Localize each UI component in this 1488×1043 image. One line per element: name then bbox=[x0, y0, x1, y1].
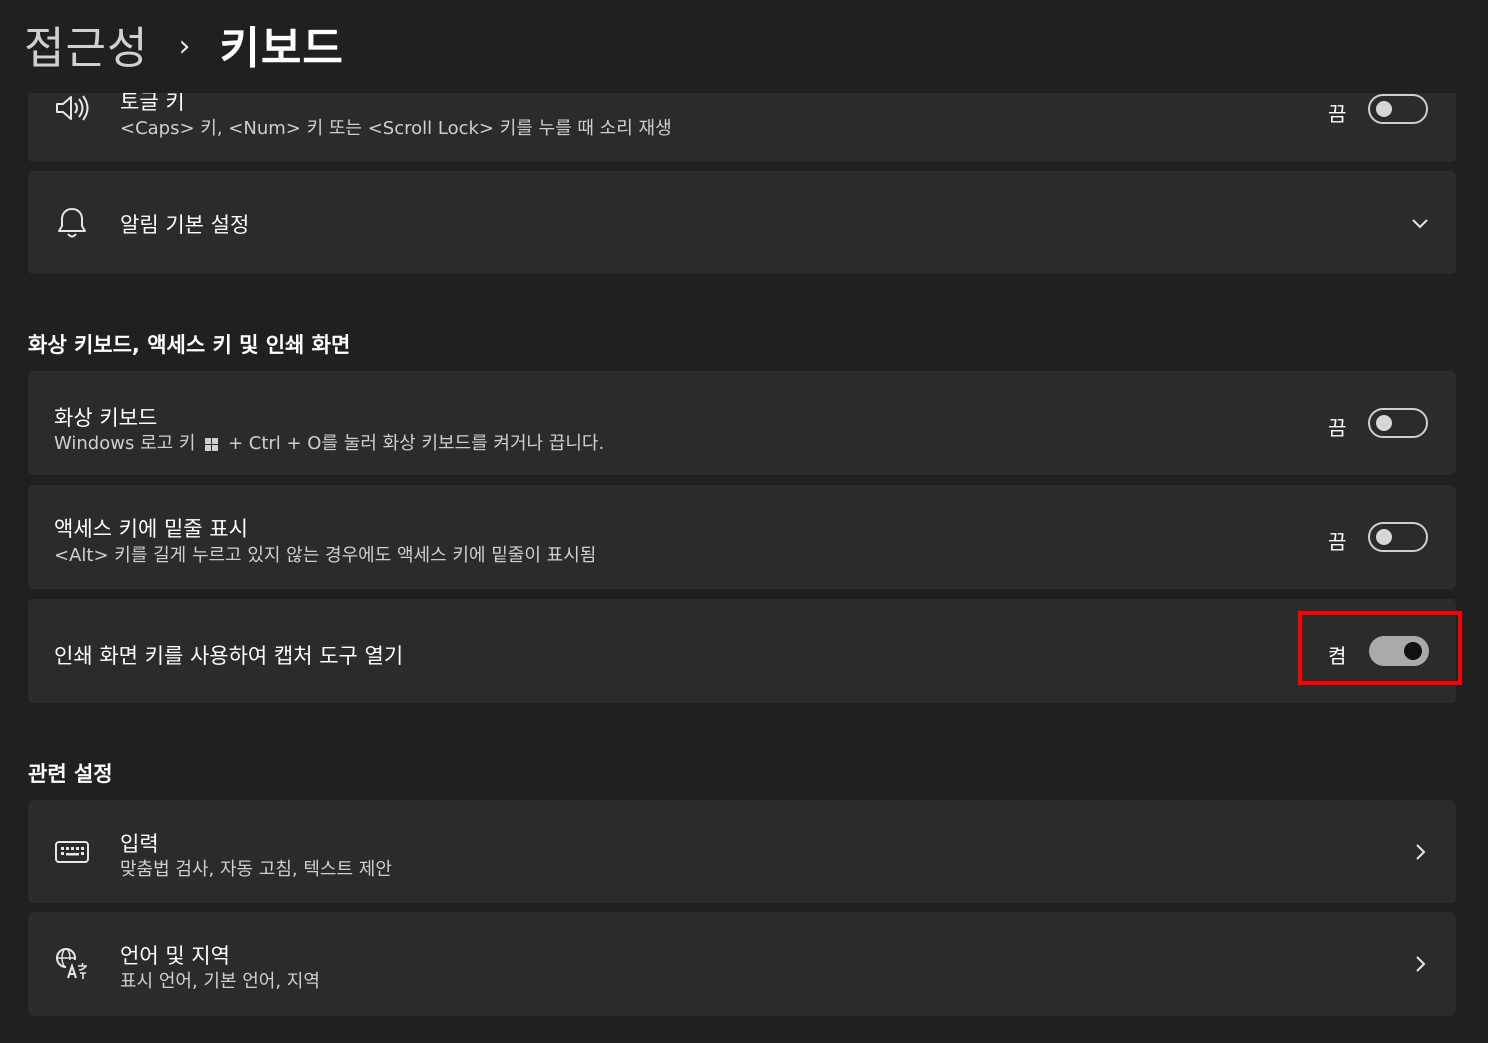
chevron-right-icon[interactable] bbox=[1408, 840, 1432, 864]
on-screen-keyboard-title: 화상 키보드 bbox=[54, 406, 158, 430]
on-screen-keyboard-state-label: 끔 bbox=[1328, 416, 1347, 440]
osk-desc-prefix: Windows 로고 키 bbox=[54, 433, 196, 454]
toggle-knob bbox=[1376, 529, 1392, 545]
toggle-knob bbox=[1376, 101, 1392, 117]
toggle-keys-state-label: 끔 bbox=[1328, 102, 1347, 126]
page-title: 키보드 bbox=[219, 23, 344, 74]
access-key-underline-title: 액세스 키에 밑줄 표시 bbox=[54, 517, 248, 541]
on-screen-keyboard-card: 화상 키보드 Windows 로고 키 + Ctrl + O를 눌러 화상 키보… bbox=[28, 371, 1456, 475]
chevron-right-icon[interactable] bbox=[1408, 952, 1432, 976]
toggle-keys-description: <Caps> 키, <Num> 키 또는 <Scroll Lock> 키를 누를… bbox=[120, 118, 672, 139]
typing-title: 입력 bbox=[120, 832, 159, 856]
toggle-keys-toggle[interactable] bbox=[1368, 94, 1428, 124]
typing-description: 맞춤법 검사, 자동 고침, 텍스트 제안 bbox=[120, 859, 392, 880]
on-screen-keyboard-toggle[interactable] bbox=[1368, 408, 1428, 438]
print-screen-title: 인쇄 화면 키를 사용하여 캡처 도구 열기 bbox=[54, 644, 404, 668]
windows-logo-icon bbox=[205, 437, 219, 451]
osk-desc-suffix: + Ctrl + O를 눌러 화상 키보드를 켜거나 끕니다. bbox=[227, 433, 605, 454]
language-region-title: 언어 및 지역 bbox=[120, 944, 230, 968]
notification-prefs-title: 알림 기본 설정 bbox=[120, 213, 250, 237]
page-header: 접근성 › 키보드 bbox=[0, 0, 1488, 93]
breadcrumb-separator-icon: › bbox=[178, 28, 192, 64]
breadcrumb: 접근성 › 키보드 bbox=[24, 14, 344, 74]
access-key-underline-description: <Alt> 키를 길게 누르고 있지 않는 경우에도 액세스 키에 밑줄이 표시… bbox=[54, 545, 597, 566]
access-key-underline-state-label: 끔 bbox=[1328, 530, 1347, 554]
typing-card[interactable]: 입력 맞춤법 검사, 자동 고침, 텍스트 제안 bbox=[28, 800, 1456, 903]
speaker-icon bbox=[54, 90, 90, 126]
access-key-underline-toggle[interactable] bbox=[1368, 522, 1428, 552]
language-region-description: 표시 언어, 기본 언어, 지역 bbox=[120, 971, 320, 992]
language-icon bbox=[54, 946, 90, 982]
bell-icon bbox=[54, 205, 90, 241]
language-region-card[interactable]: 언어 및 지역 표시 언어, 기본 언어, 지역 bbox=[28, 912, 1456, 1016]
keyboard-icon bbox=[54, 834, 90, 870]
section-title-related: 관련 설정 bbox=[28, 762, 113, 786]
toggle-knob bbox=[1376, 415, 1392, 431]
breadcrumb-parent[interactable]: 접근성 bbox=[24, 12, 148, 76]
print-screen-card: 인쇄 화면 키를 사용하여 캡처 도구 열기 켬 bbox=[28, 599, 1456, 703]
chevron-down-icon[interactable] bbox=[1408, 211, 1432, 235]
notification-prefs-card[interactable]: 알림 기본 설정 bbox=[28, 171, 1456, 274]
access-key-underline-card: 액세스 키에 밑줄 표시 <Alt> 키를 길게 누르고 있지 않는 경우에도 … bbox=[28, 485, 1456, 589]
section-title-osk: 화상 키보드, 액세스 키 및 인쇄 화면 bbox=[28, 333, 351, 357]
highlight-box bbox=[1298, 611, 1462, 685]
on-screen-keyboard-description: Windows 로고 키 + Ctrl + O를 눌러 화상 키보드를 켜거나 … bbox=[54, 429, 604, 455]
